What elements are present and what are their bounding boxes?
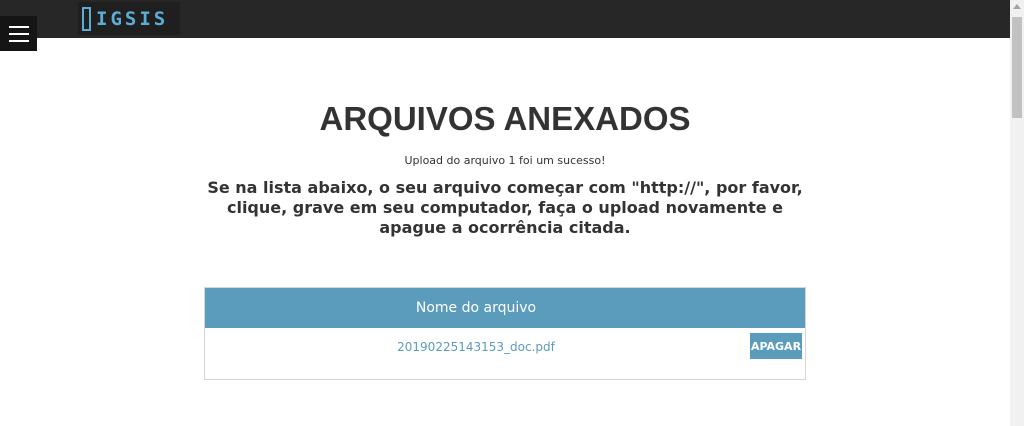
hamburger-menu-icon xyxy=(8,25,29,28)
page-title: ARQUIVOS ANEXADOS xyxy=(319,100,691,137)
attached-files-table: Nome do arquivo 20190225143153_doc.pdf A… xyxy=(204,287,806,380)
table-row: 20190225143153_doc.pdf APAGAR xyxy=(205,328,805,368)
upload-success-message: Upload do arquivo 1 foi um sucesso! xyxy=(404,154,606,167)
logo-text: IGSIS xyxy=(96,7,169,30)
column-header-filename: Nome do arquivo xyxy=(415,300,537,316)
hamburger-menu-button[interactable] xyxy=(0,16,37,51)
upload-notice: Se na lista abaixo, o seu arquivo começa… xyxy=(207,178,803,237)
vertical-scrollbar[interactable] xyxy=(1010,0,1024,426)
table-header: Nome do arquivo xyxy=(205,288,805,328)
top-navbar: IGSIS xyxy=(0,0,1010,38)
scroll-up-arrow-icon[interactable] xyxy=(1013,4,1021,9)
delete-file-button[interactable]: APAGAR xyxy=(750,333,802,359)
igsis-logo[interactable]: IGSIS xyxy=(78,2,180,35)
scrollbar-thumb[interactable] xyxy=(1012,17,1022,118)
logo-mark-icon xyxy=(82,6,91,31)
file-link[interactable]: 20190225143153_doc.pdf xyxy=(205,340,747,354)
